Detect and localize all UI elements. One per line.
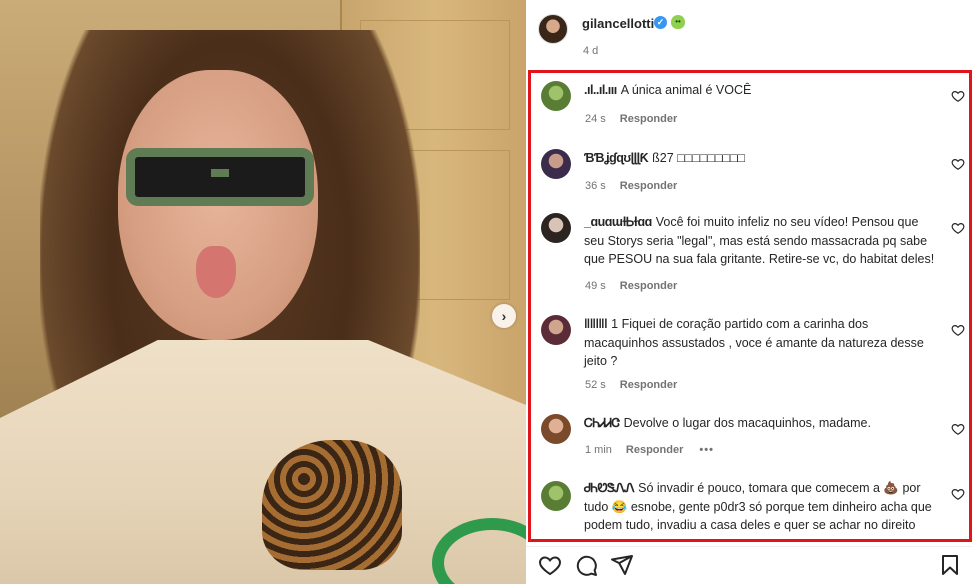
comment-body: ǁǁǀǁǀ 1 Fiquei de coração partido com a c… <box>584 315 938 371</box>
reply-button[interactable]: Responder <box>626 444 683 456</box>
like-heart-icon[interactable] <box>951 487 965 501</box>
alien-emoji-icon: •• <box>671 15 685 29</box>
commenter-username[interactable]: ᏧᏂᏬᏕᏁᏁ <box>584 481 635 495</box>
post-age: 4 d <box>583 45 599 57</box>
heart-icon[interactable] <box>538 553 562 577</box>
comment-text: A única animal é VOCÊ <box>620 83 752 97</box>
comment-meta: 52 s Responder <box>585 379 677 391</box>
commenter-username[interactable]: _ɑuɑɯɫᏏɫɑɑ <box>584 215 652 229</box>
like-heart-icon[interactable] <box>951 323 965 337</box>
commenter-username[interactable]: .ıl..ıl.ııı <box>584 83 617 97</box>
like-heart-icon[interactable] <box>951 422 965 436</box>
reply-button[interactable]: Responder <box>620 180 677 192</box>
verified-badge-icon: ✓ <box>654 16 667 29</box>
comment-text: Devolve o lugar dos macaquinhos, madame. <box>623 416 871 430</box>
comments-list-highlighted: .ıl..ıl.ııı A única animal é VOCÊ 24 s Res… <box>528 70 972 542</box>
comment-time: 1 min <box>585 444 612 456</box>
commenter-avatar[interactable] <box>541 414 571 444</box>
like-heart-icon[interactable] <box>951 221 965 235</box>
bookmark-icon[interactable] <box>938 553 962 577</box>
commenter-username[interactable]: ǁǁǀǁǀ <box>584 317 608 331</box>
commenter-username[interactable]: ƁƁʝɠɋʊɭɭɭƘ <box>584 151 649 165</box>
commenter-avatar[interactable] <box>541 481 571 511</box>
like-heart-icon[interactable] <box>951 157 965 171</box>
comment-meta: 1 min Responder ••• <box>585 444 714 456</box>
reply-button[interactable]: Responder <box>620 113 677 125</box>
tongue-shape <box>196 246 236 298</box>
chevron-right-icon: › <box>501 308 507 324</box>
comment-meta: 36 s Responder <box>585 180 677 192</box>
comment-meta: 49 s Responder <box>585 280 677 292</box>
commenter-avatar[interactable] <box>541 149 571 179</box>
comment-icon[interactable] <box>574 553 598 577</box>
comment-text: 1 Fiquei de coração partido com a carinh… <box>584 317 924 368</box>
like-heart-icon[interactable] <box>951 89 965 103</box>
post-side-panel: gilancellotti ✓ •• 4 d .ıl..ıl.ııı A únic… <box>526 0 972 584</box>
author-username[interactable]: gilancellotti <box>582 16 654 31</box>
comment-body: ƁƁʝɠɋʊɭɭɭƘ ß27 □□□□□□□□□ <box>584 149 938 168</box>
reply-button[interactable]: Responder <box>620 280 677 292</box>
comment-body: ᏟᏂᏗᏗᏣ Devolve o lugar dos macaquinhos, ma… <box>584 414 938 433</box>
comment-body: _ɑuɑɯɫᏏɫɑɑ Você foi muito infeliz no seu … <box>584 213 938 269</box>
post-image: › <box>0 0 526 584</box>
comment-meta: 24 s Responder <box>585 113 677 125</box>
reply-button[interactable]: Responder <box>620 379 677 391</box>
comment-time: 36 s <box>585 180 606 192</box>
share-icon[interactable] <box>610 553 634 577</box>
comment-text: ß27 □□□□□□□□□ <box>652 151 746 165</box>
commenter-username[interactable]: ᏟᏂᏗᏗᏣ <box>584 416 620 430</box>
bikini-shape <box>262 440 402 570</box>
sunglasses-shape <box>126 148 314 206</box>
comment-body: .ıl..ıl.ııı A única animal é VOCÊ <box>584 81 938 100</box>
commenter-avatar[interactable] <box>541 81 571 111</box>
comment-text: Só invadir é pouco, tomara que comecem a… <box>584 481 932 532</box>
comment-time: 49 s <box>585 280 606 292</box>
next-image-button[interactable]: › <box>492 304 516 328</box>
comment-body: ᏧᏂᏬᏕᏁᏁ Só invadir é pouco, tomara que com… <box>584 479 938 535</box>
comment-time: 52 s <box>585 379 606 391</box>
post-header: gilancellotti ✓ •• 4 d <box>526 0 972 66</box>
commenter-avatar[interactable] <box>541 213 571 243</box>
post-actions-bar <box>526 546 972 584</box>
more-options-button[interactable]: ••• <box>699 444 714 456</box>
commenter-avatar[interactable] <box>541 315 571 345</box>
comment-time: 24 s <box>585 113 606 125</box>
author-avatar[interactable] <box>538 14 568 44</box>
